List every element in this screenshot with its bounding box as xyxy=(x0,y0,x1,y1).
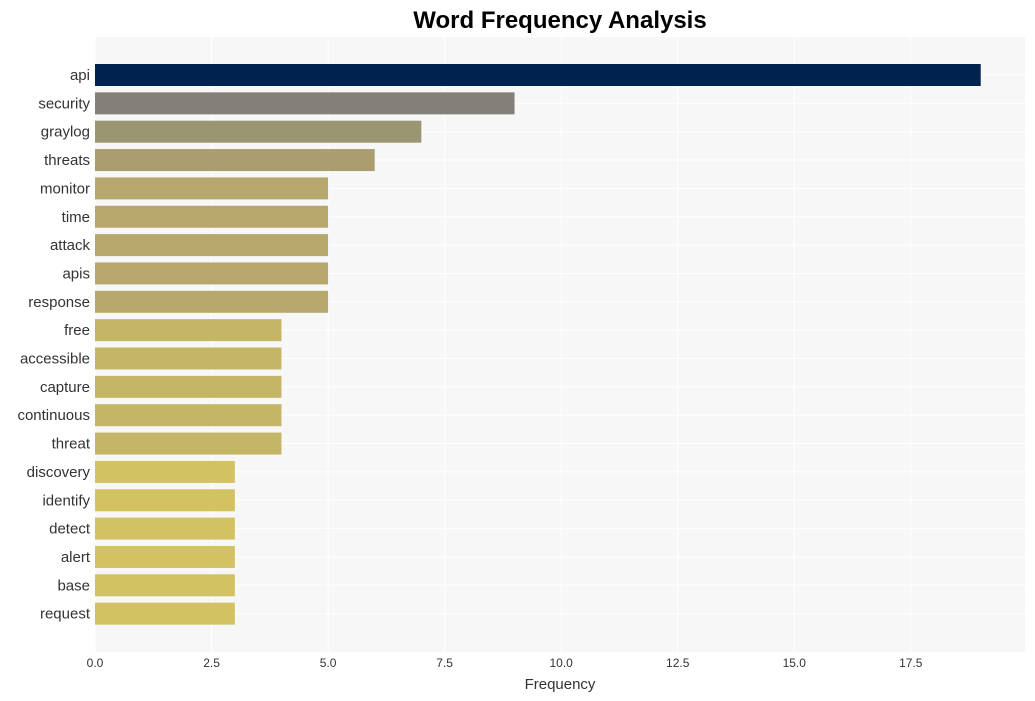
y-tick-labels: api security graylog threats monitor time atta… xyxy=(17,67,90,623)
bar-continuous xyxy=(95,404,282,427)
x-axis-label: Frequency xyxy=(525,676,596,693)
bar-graylog xyxy=(95,120,422,143)
y-tick-label: request xyxy=(40,606,91,623)
chart-title: Word Frequency Analysis xyxy=(413,7,706,34)
bar-request xyxy=(95,602,235,625)
bar-identify xyxy=(95,489,235,512)
x-tick-label: 0.0 xyxy=(87,656,104,670)
y-tick-label: alert xyxy=(61,549,91,566)
bar-threats xyxy=(95,149,375,172)
bar-time xyxy=(95,205,329,228)
y-tick-label: identify xyxy=(42,492,90,509)
x-tick-label: 2.5 xyxy=(203,656,220,670)
y-tick-label: monitor xyxy=(40,180,90,197)
y-tick-label: security xyxy=(38,95,90,112)
bar-response xyxy=(95,290,329,313)
y-tick-label: time xyxy=(62,209,90,226)
x-tick-label: 10.0 xyxy=(549,656,573,670)
y-tick-label: api xyxy=(70,67,90,84)
y-tick-label: response xyxy=(28,294,90,311)
bar-discovery xyxy=(95,460,235,483)
x-tick-label: 12.5 xyxy=(666,656,690,670)
bar-free xyxy=(95,319,282,342)
bar-attack xyxy=(95,234,329,257)
bar-threat xyxy=(95,432,282,455)
y-tick-label: accessible xyxy=(20,351,90,368)
bar-base xyxy=(95,574,235,597)
x-tick-label: 15.0 xyxy=(783,656,807,670)
bar-monitor xyxy=(95,177,329,200)
bar-apis xyxy=(95,262,329,285)
bar-capture xyxy=(95,375,282,398)
y-tick-label: continuous xyxy=(17,407,90,424)
y-tick-label: attack xyxy=(50,237,91,254)
y-tick-label: discovery xyxy=(27,464,91,481)
y-tick-label: detect xyxy=(49,521,91,538)
bar-accessible xyxy=(95,347,282,370)
y-tick-label: apis xyxy=(62,265,90,282)
y-tick-label: threat xyxy=(52,436,91,453)
bar-api xyxy=(95,64,981,86)
y-tick-label: graylog xyxy=(41,124,90,141)
y-tick-label: free xyxy=(64,322,90,339)
y-tick-label: threats xyxy=(44,152,90,169)
bar-alert xyxy=(95,545,235,568)
x-tick-labels: 0.0 2.5 5.0 7.5 10.0 12.5 15.0 17.5 xyxy=(87,656,923,670)
x-tick-label: 7.5 xyxy=(436,656,453,670)
x-tick-label: 17.5 xyxy=(899,656,923,670)
bar-security xyxy=(95,92,515,115)
bar-detect xyxy=(95,517,235,540)
word-frequency-chart: api security graylog threats monitor time atta… xyxy=(17,7,1025,693)
x-tick-label: 5.0 xyxy=(320,656,337,670)
y-tick-label: base xyxy=(57,577,90,594)
y-tick-label: capture xyxy=(40,379,90,396)
